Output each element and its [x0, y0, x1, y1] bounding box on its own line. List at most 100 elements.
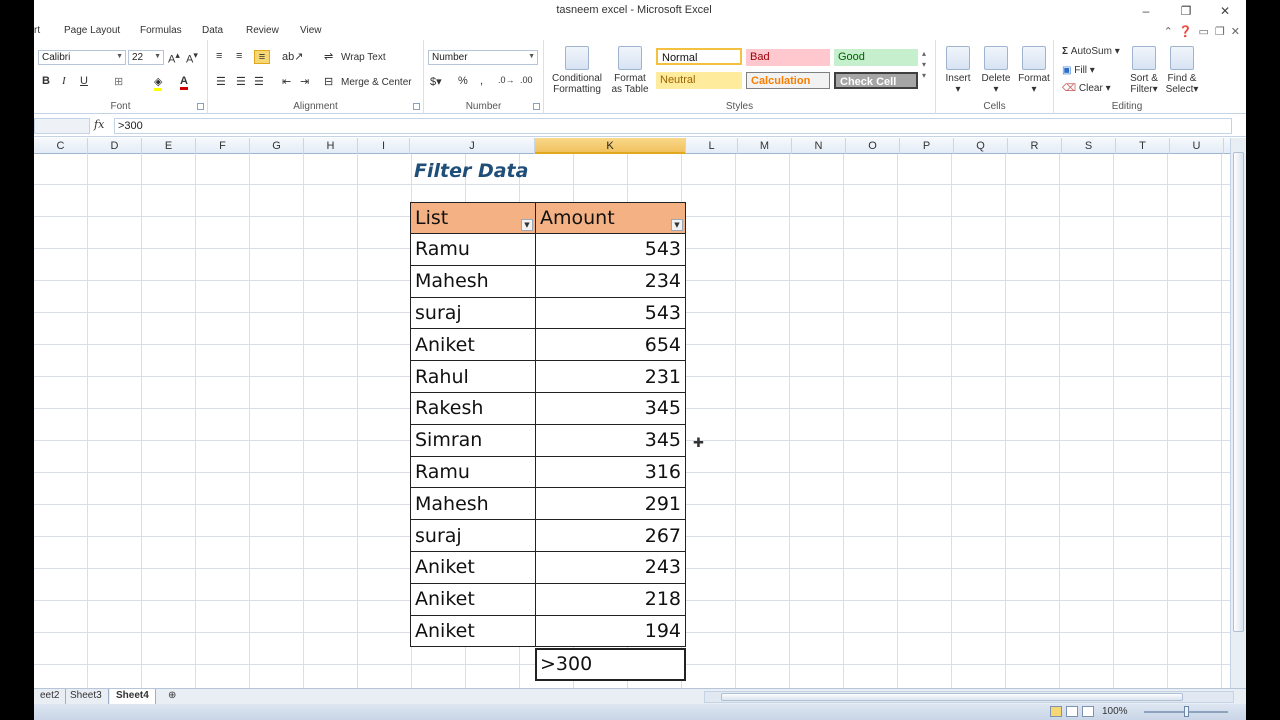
- zoom-slider-knob[interactable]: [1184, 706, 1189, 717]
- column-header-k[interactable]: K: [535, 138, 686, 154]
- list-cell[interactable]: Simran: [410, 423, 536, 457]
- borders-icon[interactable]: ⊞: [114, 75, 123, 88]
- align-bottom-icon[interactable]: ≡: [254, 50, 270, 64]
- column-header-t[interactable]: T: [1116, 138, 1170, 154]
- amount-cell[interactable]: 243: [535, 550, 686, 584]
- amount-cell[interactable]: 267: [535, 519, 686, 552]
- tab-formulas[interactable]: Formulas: [140, 25, 182, 36]
- column-header-l[interactable]: L: [686, 138, 738, 154]
- align-right-icon[interactable]: ☰: [254, 75, 264, 88]
- merge-center-icon[interactable]: ⊟: [324, 75, 333, 88]
- sheet-title[interactable]: Filter Data: [414, 160, 528, 182]
- sheet-tab-4[interactable]: Sheet4: [110, 689, 156, 704]
- header-amount[interactable]: Amount ▼: [535, 202, 686, 234]
- sheet-tab-3[interactable]: Sheet3: [64, 689, 109, 704]
- clear-button[interactable]: ⌫ Clear ▾: [1062, 83, 1111, 94]
- list-cell[interactable]: Aniket: [410, 614, 536, 648]
- font-color-icon[interactable]: A: [180, 75, 188, 90]
- amount-cell[interactable]: 316: [535, 455, 686, 489]
- style-normal[interactable]: Normal: [656, 48, 742, 65]
- grow-font-icon[interactable]: A▴: [168, 50, 180, 66]
- formula-input[interactable]: >300: [114, 118, 1232, 134]
- tab-data[interactable]: Data: [202, 25, 223, 36]
- fx-icon[interactable]: fx: [94, 118, 104, 131]
- format-as-table-button[interactable]: Format as Table: [608, 46, 652, 95]
- worksheet-grid[interactable]: Filter Data List ▼ Amount ▼ Ramu 543 Mahesh 2…: [34, 154, 1230, 688]
- amount-cell[interactable]: 234: [535, 264, 686, 298]
- close-button[interactable]: ✕: [1214, 3, 1236, 19]
- amount-cell[interactable]: 231: [535, 360, 686, 393]
- tab-review[interactable]: Review: [246, 25, 279, 36]
- find-select-button[interactable]: Find & Select▾: [1164, 46, 1200, 95]
- normal-view-icon[interactable]: [1050, 706, 1062, 717]
- column-header-p[interactable]: P: [900, 138, 954, 154]
- column-header-s[interactable]: S: [1062, 138, 1116, 154]
- column-header-g[interactable]: G: [250, 138, 304, 154]
- italic-icon[interactable]: I: [62, 75, 66, 87]
- column-header-n[interactable]: N: [792, 138, 846, 154]
- column-header-e[interactable]: E: [142, 138, 196, 154]
- column-header-m[interactable]: M: [738, 138, 792, 154]
- amount-cell[interactable]: 543: [535, 233, 686, 266]
- percent-icon[interactable]: %: [458, 75, 468, 87]
- decrease-decimal-icon[interactable]: .00: [520, 75, 533, 85]
- style-bad[interactable]: Bad: [746, 49, 830, 66]
- delete-button[interactable]: Delete ▾: [978, 46, 1014, 95]
- page-layout-view-icon[interactable]: [1066, 706, 1078, 717]
- style-good[interactable]: Good: [834, 49, 918, 66]
- style-calculation[interactable]: Calculation: [746, 72, 830, 89]
- styles-scroll-icon[interactable]: ▴ ▾ ▾: [922, 48, 926, 81]
- sheet-tab-2[interactable]: eet2: [34, 689, 67, 704]
- doc-minimize-icon[interactable]: ▭: [1199, 25, 1209, 38]
- filter-dropdown-icon[interactable]: ▼: [671, 219, 683, 231]
- shrink-font-icon[interactable]: A▾: [186, 50, 198, 66]
- fill-color-icon[interactable]: ◈: [154, 75, 163, 91]
- list-cell[interactable]: Rakesh: [410, 391, 536, 425]
- currency-icon[interactable]: $▾: [430, 75, 442, 88]
- style-neutral[interactable]: Neutral: [656, 72, 742, 89]
- minimize-button[interactable]: –: [1135, 3, 1157, 19]
- format-button[interactable]: Format ▾: [1016, 46, 1052, 95]
- column-header-o[interactable]: O: [846, 138, 900, 154]
- wrap-text-label[interactable]: Wrap Text: [341, 52, 386, 63]
- restore-button[interactable]: ❐: [1175, 3, 1197, 19]
- sort-filter-button[interactable]: Sort & Filter▾: [1126, 46, 1162, 95]
- list-cell[interactable]: suraj: [410, 519, 536, 552]
- column-header-i[interactable]: I: [358, 138, 410, 154]
- autosum-button[interactable]: Σ AutoSum ▾: [1062, 46, 1120, 57]
- doc-restore-icon[interactable]: ❐: [1215, 25, 1225, 38]
- amount-cell[interactable]: 194: [535, 614, 686, 648]
- horizontal-scrollbar[interactable]: [704, 691, 1234, 703]
- list-cell[interactable]: suraj: [410, 296, 536, 330]
- font-size-dropdown[interactable]: 22 ▼: [128, 50, 164, 65]
- column-header-u[interactable]: U: [1170, 138, 1224, 154]
- horizontal-scroll-thumb[interactable]: [721, 693, 1183, 701]
- amount-cell[interactable]: 218: [535, 582, 686, 616]
- font-name-dropdown[interactable]: Calibri ▼: [38, 50, 126, 65]
- amount-cell[interactable]: 345: [535, 391, 686, 425]
- bold-icon[interactable]: B: [42, 75, 50, 87]
- style-check-cell[interactable]: Check Cell: [834, 72, 918, 89]
- conditional-formatting-button[interactable]: Conditional Formatting: [548, 46, 606, 95]
- filter-dropdown-icon[interactable]: ▼: [521, 219, 533, 231]
- amount-cell[interactable]: 291: [535, 487, 686, 521]
- insert-sheet-icon[interactable]: ⊕: [162, 689, 182, 704]
- name-box[interactable]: [34, 118, 90, 134]
- amount-cell[interactable]: 345: [535, 423, 686, 457]
- list-cell[interactable]: Aniket: [410, 550, 536, 584]
- page-break-view-icon[interactable]: [1082, 706, 1094, 717]
- vertical-scroll-thumb[interactable]: [1233, 152, 1244, 632]
- merge-center-label[interactable]: Merge & Center: [341, 77, 412, 88]
- column-header-c[interactable]: C: [34, 138, 88, 154]
- amount-cell[interactable]: 543: [535, 296, 686, 330]
- header-list[interactable]: List ▼: [410, 202, 536, 234]
- column-header-j[interactable]: J: [410, 138, 535, 154]
- align-middle-icon[interactable]: ≡: [236, 50, 242, 62]
- increase-indent-icon[interactable]: ⇥: [300, 75, 309, 88]
- decrease-indent-icon[interactable]: ⇤: [282, 75, 291, 88]
- align-center-icon[interactable]: ☰: [236, 75, 246, 88]
- minimize-ribbon-icon[interactable]: ⌃: [1164, 25, 1173, 38]
- vertical-scrollbar[interactable]: [1230, 138, 1246, 688]
- list-cell[interactable]: Ramu: [410, 455, 536, 489]
- help-icon[interactable]: ❓: [1179, 25, 1193, 38]
